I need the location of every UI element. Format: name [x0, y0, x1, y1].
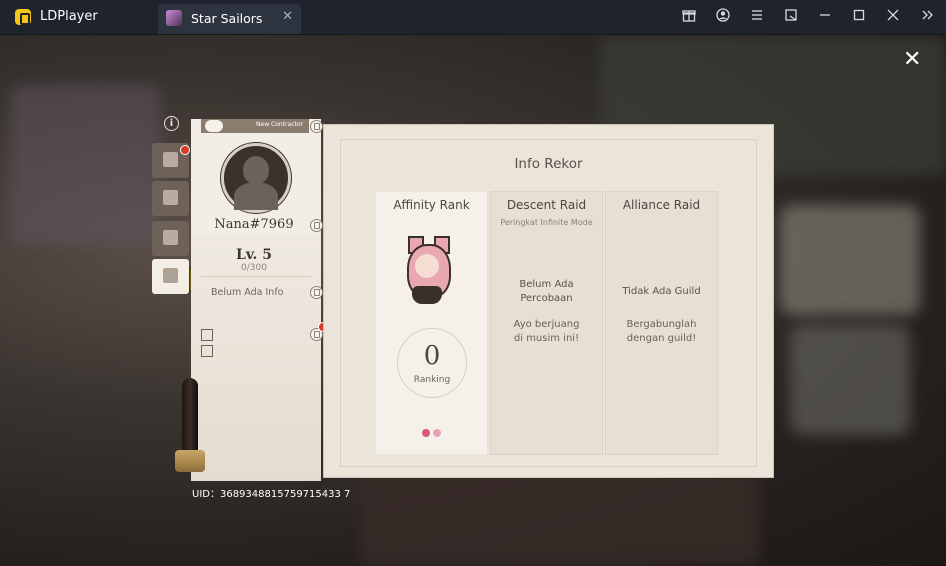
background-blur	[790, 325, 910, 435]
contractor-badge: New Contractor	[201, 119, 309, 133]
info-rekor-panel: Info Rekor Affinity Rank 0 Ranking Desce…	[323, 124, 774, 478]
alliance-raid-title: Alliance Raid	[622, 198, 701, 212]
account-icon[interactable]	[714, 8, 732, 26]
alliance-raid-status: Tidak Ada Guild	[622, 286, 701, 297]
info-icon[interactable]: i	[164, 116, 179, 131]
tab-team[interactable]	[152, 181, 189, 216]
expand-sidebar-icon[interactable]	[918, 8, 936, 26]
player-exp: 0/300	[241, 263, 267, 273]
minimize-icon[interactable]	[816, 8, 834, 26]
element-icon	[422, 429, 430, 437]
ldplayer-logo-icon	[15, 9, 31, 25]
wax-seal-decoration	[170, 378, 210, 476]
rank-circle: 0 Ranking	[397, 328, 467, 398]
edit-intro-icon[interactable]	[310, 286, 323, 299]
profile-intro: Belum Ada Info	[211, 287, 284, 298]
menu-icon[interactable]	[748, 8, 766, 26]
affinity-rank-card[interactable]: Affinity Rank 0 Ranking	[375, 191, 488, 455]
maximize-icon[interactable]	[850, 8, 868, 26]
player-uid[interactable]: UID：3689348815759715433 7	[192, 485, 350, 500]
background-blur	[360, 465, 760, 565]
avatar-body	[234, 182, 278, 210]
profile-header: New Contractor Nana#7969	[191, 119, 321, 235]
tab-close-icon[interactable]: ✕	[282, 9, 293, 24]
descent-raid-hint: Ayo berjuang di musim ini!	[513, 319, 580, 344]
player-level: Lv. 5	[235, 247, 273, 263]
tab-records[interactable]	[152, 259, 189, 294]
notification-dot	[180, 145, 190, 155]
star-sailors-app-icon	[166, 10, 182, 26]
tab-star-sailors[interactable]: Star Sailors ✕	[158, 4, 301, 34]
popout-icon[interactable]	[782, 8, 800, 26]
background-blur	[10, 85, 160, 245]
tab-trophy[interactable]	[152, 221, 189, 256]
badge-icon	[201, 345, 213, 357]
app-name: LDPlayer	[40, 9, 98, 24]
trophy-icon	[163, 230, 178, 245]
tab-label: Star Sailors	[191, 11, 263, 26]
alliance-raid-card[interactable]: Alliance Raid Tidak Ada Guild Bergabungl…	[605, 191, 718, 455]
descent-raid-subtitle: Peringkat Infinite Mode	[500, 218, 593, 227]
element-icon	[433, 429, 441, 437]
avatar[interactable]	[221, 143, 291, 213]
rank-label: Ranking	[413, 375, 451, 385]
character-portrait	[404, 236, 451, 306]
badge-label: New Contractor	[256, 121, 303, 128]
close-icon[interactable]	[884, 8, 902, 26]
emblem-icon	[205, 120, 223, 132]
panel-title: Info Rekor	[514, 156, 583, 172]
avatar-head	[243, 156, 269, 184]
character-face	[415, 254, 439, 278]
edit-nickname-icon[interactable]	[310, 219, 323, 232]
guild-icon	[201, 329, 213, 341]
close-panel-button[interactable]: ✕	[903, 47, 921, 72]
alliance-raid-hint: Bergabunglah dengan guild!	[626, 319, 697, 344]
descent-raid-title: Descent Raid	[506, 198, 587, 212]
affinity-rank-title: Affinity Rank	[393, 198, 470, 212]
character-outfit	[412, 286, 442, 304]
seal-base	[175, 450, 205, 472]
emulator-titlebar: LDPlayer Star Sailors ✕	[0, 0, 946, 35]
background-blur	[780, 205, 920, 315]
gift-box-icon[interactable]	[680, 8, 698, 26]
player-nickname: Nana#7969	[214, 217, 294, 232]
profile-card: New Contractor Nana#7969 Lv. 5 0/300 Bel…	[191, 119, 321, 481]
team-icon	[163, 190, 178, 205]
edit-badge-icon[interactable]	[310, 120, 323, 133]
laurel-icon	[163, 268, 178, 283]
divider	[201, 276, 311, 277]
rank-value: 0	[423, 341, 441, 371]
seal-stem	[182, 378, 198, 456]
card-icon	[163, 152, 178, 167]
descent-raid-card[interactable]: Descent Raid Peringkat Infinite Mode Bel…	[490, 191, 603, 455]
descent-raid-status: Belum Ada Percobaan	[519, 279, 574, 304]
